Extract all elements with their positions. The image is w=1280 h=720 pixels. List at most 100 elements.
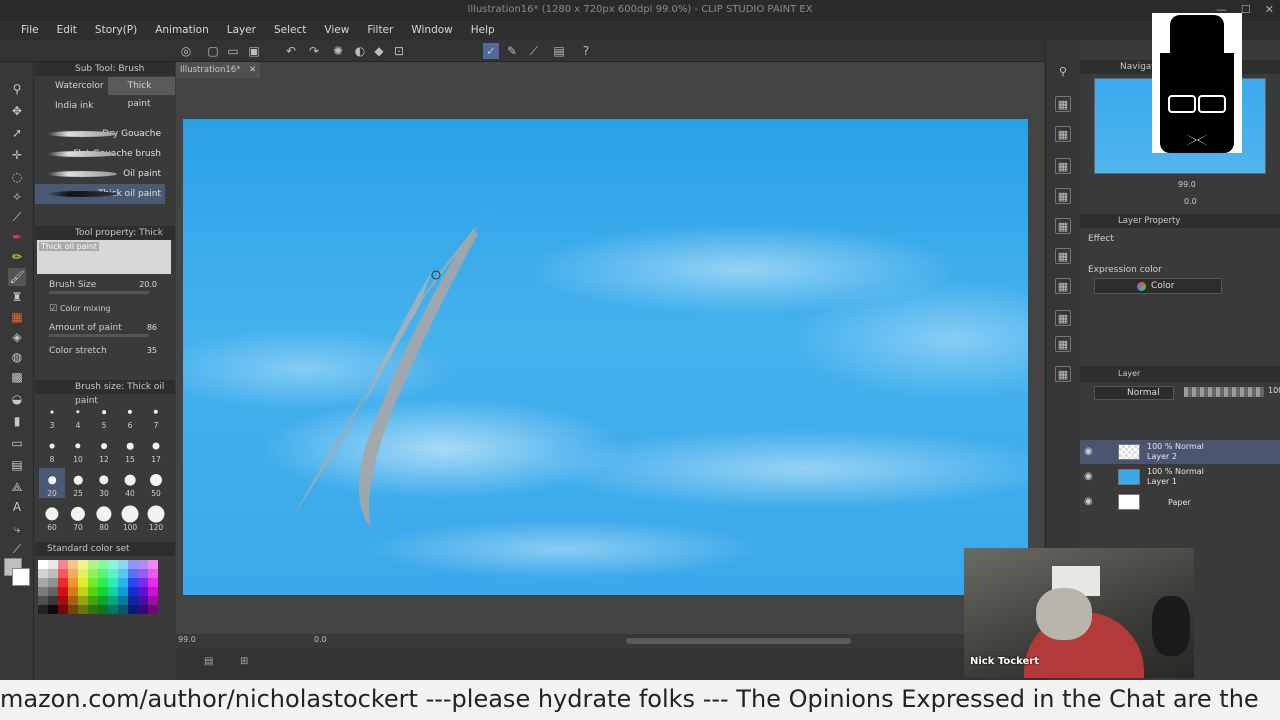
color-stretch-row[interactable]: Color stretch 35	[49, 346, 169, 356]
menu-select[interactable]: Select	[265, 24, 315, 36]
material-icon-10[interactable]: ▦	[1055, 366, 1071, 382]
rotation-readout[interactable]: 0.0	[314, 635, 327, 644]
new-file-icon[interactable]: ▢	[205, 43, 221, 59]
color-swatch[interactable]	[128, 587, 138, 596]
lasso-icon[interactable]: ◌	[8, 168, 26, 186]
color-swatch[interactable]	[58, 587, 68, 596]
sub-color-swatch[interactable]	[12, 568, 30, 586]
color-swatch[interactable]	[58, 560, 68, 569]
color-swatch[interactable]	[148, 596, 158, 605]
color-swatch[interactable]	[48, 569, 58, 578]
document-tab[interactable]: Illustration16* ✕	[176, 62, 260, 78]
color-swatch[interactable]	[108, 578, 118, 587]
color-swatch[interactable]	[138, 605, 148, 614]
color-swatch[interactable]	[88, 578, 98, 587]
opacity-slider[interactable]	[1184, 387, 1264, 397]
zoom-readout[interactable]: 99.0	[178, 635, 196, 644]
eye-icon[interactable]: ◉	[1084, 496, 1093, 507]
brush-size-option[interactable]: 10	[65, 434, 91, 464]
material-icon-2[interactable]: ▦	[1055, 126, 1071, 142]
subtool-tab-watercolor[interactable]: Watercolor	[35, 77, 108, 95]
color-swatch[interactable]	[48, 596, 58, 605]
layer-panel-tab[interactable]: Layer	[1080, 366, 1280, 382]
figure-icon[interactable]: ▭	[8, 434, 26, 452]
eraser-icon[interactable]: ◈	[8, 328, 26, 346]
material-icon-6[interactable]: ▦	[1055, 248, 1071, 264]
brush-thick-oil-paint[interactable]: Thick oil paint	[35, 184, 165, 204]
color-swatch[interactable]	[38, 587, 48, 596]
color-swatch[interactable]	[68, 560, 78, 569]
material-icon[interactable]: ▦	[1055, 96, 1071, 112]
color-swatch[interactable]	[148, 578, 158, 587]
color-swatch[interactable]	[38, 578, 48, 587]
color-swatch[interactable]	[148, 587, 158, 596]
material-icon-8[interactable]: ▦	[1055, 310, 1071, 326]
fill-icon[interactable]: ◐	[352, 43, 368, 59]
color-swatch[interactable]	[38, 605, 48, 614]
airbrush-icon[interactable]: ♜	[8, 288, 26, 306]
expression-color-select[interactable]: Color	[1094, 278, 1222, 294]
menu-filter[interactable]: Filter	[358, 24, 402, 36]
scroll-thumb[interactable]	[626, 638, 851, 644]
color-mixing-checkbox[interactable]: ☑	[49, 304, 60, 314]
color-swatch[interactable]	[128, 596, 138, 605]
blend-mode-select[interactable]: Normal	[1094, 386, 1174, 400]
brush-size-option[interactable]: 40	[117, 468, 143, 498]
fill-tool-icon[interactable]: ▩	[8, 368, 26, 386]
color-swatch[interactable]	[78, 578, 88, 587]
color-swatch[interactable]	[148, 560, 158, 569]
color-swatch[interactable]	[148, 569, 158, 578]
color-swatch[interactable]	[38, 596, 48, 605]
brush-size-value[interactable]: 20.0	[139, 280, 157, 289]
zoom-tool-icon[interactable]: ⚲	[8, 80, 26, 98]
color-swatch[interactable]	[128, 605, 138, 614]
brush-dry-gouache[interactable]: Dry Gouache	[35, 124, 165, 144]
brush-size-option[interactable]: 12	[91, 434, 117, 464]
color-swatch[interactable]	[48, 578, 58, 587]
brush-size-option[interactable]: 5	[91, 400, 117, 430]
color-swatch[interactable]	[68, 596, 78, 605]
color-swatch[interactable]	[118, 605, 128, 614]
color-swatch[interactable]	[108, 587, 118, 596]
layer-row-paper[interactable]: ◉ Paper	[1080, 490, 1280, 514]
eye-icon[interactable]: ◉	[1084, 471, 1093, 482]
color-swatch[interactable]	[148, 605, 158, 614]
crop-icon[interactable]: ⊡	[391, 43, 407, 59]
material-icon-7[interactable]: ▦	[1055, 278, 1071, 294]
subtool-tab-india-ink[interactable]: India ink	[35, 97, 97, 115]
pencil-tool-icon[interactable]: ✏	[8, 248, 26, 266]
eyedropper-icon[interactable]: ⟋	[8, 208, 26, 226]
navigator-rotation[interactable]: 0.0	[1184, 197, 1197, 206]
frame-icon[interactable]: ⊞	[240, 656, 248, 667]
correct-line-icon[interactable]: ⟋	[8, 540, 26, 558]
color-swatch[interactable]	[98, 587, 108, 596]
brush-size-option[interactable]: 25	[65, 468, 91, 498]
transform-icon[interactable]: ◆	[371, 43, 387, 59]
opacity-value[interactable]: 100	[1268, 386, 1280, 395]
ruler-icon[interactable]: ⟋	[526, 43, 542, 59]
move-layer-icon[interactable]: ✛	[8, 146, 26, 164]
color-swatch[interactable]	[68, 569, 78, 578]
undo-icon[interactable]: ↶	[283, 43, 299, 59]
brush-size-option[interactable]: 50	[143, 468, 169, 498]
color-swatch[interactable]	[78, 605, 88, 614]
clip-studio-icon[interactable]: ◎	[178, 43, 194, 59]
canvas-scrollbar[interactable]: 99.0 0.0	[176, 634, 1044, 648]
search-icon[interactable]: ⚲	[1055, 64, 1071, 80]
amount-of-paint-value[interactable]: 86	[147, 323, 157, 332]
color-mixing-row[interactable]: ☑ Color mixing	[49, 304, 169, 314]
color-swatch[interactable]	[58, 596, 68, 605]
menu-edit[interactable]: Edit	[48, 24, 86, 36]
brush-size-option[interactable]: 17	[143, 434, 169, 464]
ruler-tool-icon[interactable]: ⟁	[8, 478, 26, 496]
frame-icon[interactable]: ▤	[8, 456, 26, 474]
color-swatch[interactable]	[48, 587, 58, 596]
brush-size-option[interactable]: 120	[143, 502, 169, 532]
color-swatch[interactable]	[98, 560, 108, 569]
color-swatch[interactable]	[78, 569, 88, 578]
eye-icon[interactable]: ◉	[1084, 446, 1093, 457]
color-swatch[interactable]	[88, 605, 98, 614]
brush-tool-icon[interactable]: 🖌	[8, 268, 26, 286]
drawing-canvas[interactable]	[183, 119, 1028, 595]
color-swatch[interactable]	[98, 578, 108, 587]
